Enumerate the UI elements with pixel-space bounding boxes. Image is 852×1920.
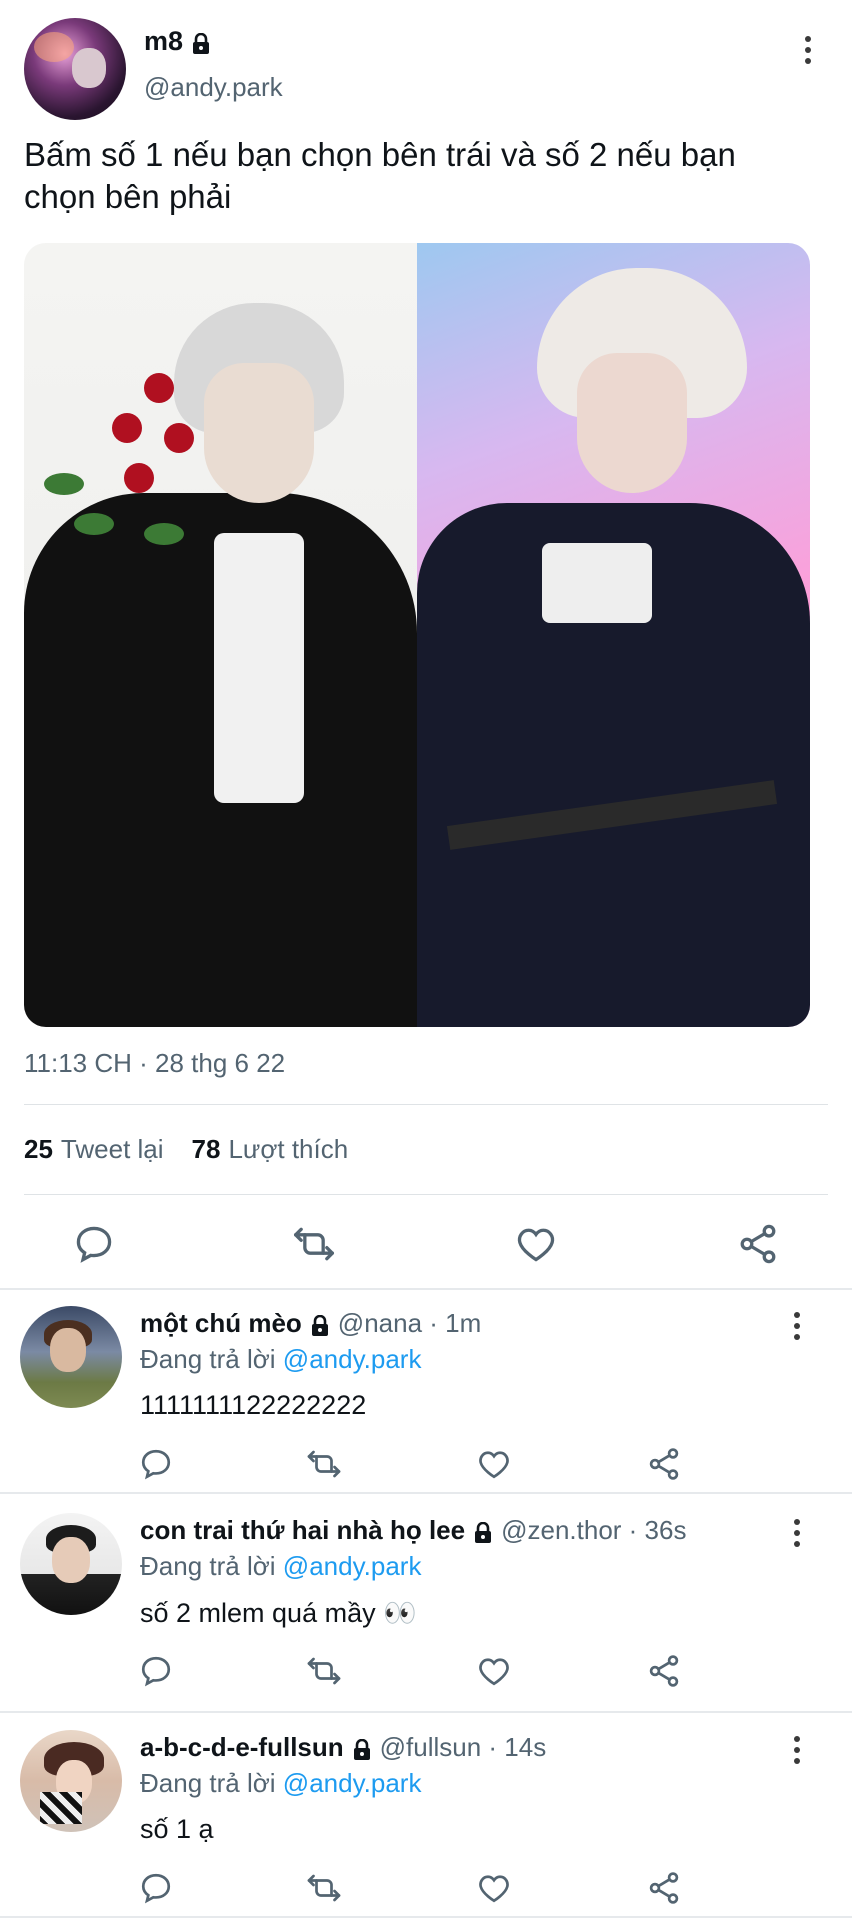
like-icon[interactable] [514, 1222, 558, 1266]
reply-action-bar [0, 1651, 852, 1691]
reply-item[interactable]: một chú mèo @nana · 1m Đang trả lời @and… [0, 1292, 852, 1498]
reply-author-name[interactable]: a-b-c-d-e-fullsun [140, 1732, 344, 1763]
reply-icon[interactable] [138, 1653, 174, 1689]
lock-icon [191, 31, 211, 54]
retweet-icon[interactable] [306, 1870, 342, 1906]
divider [0, 1711, 852, 1713]
reply-icon[interactable] [138, 1870, 174, 1906]
like-icon[interactable] [476, 1446, 512, 1482]
retweet-icon[interactable] [306, 1446, 342, 1482]
retweet-icon[interactable] [292, 1222, 336, 1266]
divider [24, 1194, 828, 1195]
retweet-icon[interactable] [306, 1653, 342, 1689]
reply-author-name[interactable]: con trai thứ hai nhà họ lee [140, 1515, 465, 1546]
reply-author-row[interactable]: a-b-c-d-e-fullsun @fullsun · 14s [140, 1732, 546, 1763]
tweet-media[interactable] [24, 243, 810, 1027]
mention-link[interactable]: @andy.park [283, 1768, 422, 1798]
avatar[interactable] [20, 1730, 122, 1832]
divider [0, 1916, 852, 1918]
share-icon[interactable] [646, 1870, 682, 1906]
more-icon[interactable] [804, 36, 812, 66]
photo-left[interactable] [24, 243, 417, 1027]
share-icon[interactable] [736, 1222, 780, 1266]
retweet-stat[interactable]: 25 Tweet lại [24, 1134, 164, 1165]
reply-item[interactable]: con trai thứ hai nhà họ lee @zen.thor · … [0, 1499, 852, 1705]
like-icon[interactable] [476, 1870, 512, 1906]
reply-author-row[interactable]: một chú mèo @nana · 1m [140, 1308, 481, 1339]
replying-to: Đang trả lời @andy.park [140, 1344, 422, 1374]
like-stat[interactable]: 78 Lượt thích [192, 1134, 349, 1165]
mention-link[interactable]: @andy.park [283, 1551, 422, 1581]
tweet-timestamp[interactable]: 11:13 CH · 28 thg 6 22 [24, 1048, 285, 1079]
reply-meta: @nana · 1m [337, 1308, 482, 1338]
replying-to: Đang trả lời @andy.park [140, 1768, 422, 1798]
reply-text: 1111111122222222 [140, 1390, 367, 1420]
reply-author-name[interactable]: một chú mèo [140, 1308, 302, 1339]
lock-icon [310, 1313, 330, 1336]
like-icon[interactable] [476, 1653, 512, 1689]
reply-action-bar [0, 1444, 852, 1484]
lock-icon [473, 1520, 493, 1543]
more-icon[interactable] [794, 1736, 800, 1764]
more-icon[interactable] [794, 1519, 800, 1547]
reply-text: số 2 mlem quá mầy 👀 [140, 1598, 417, 1628]
lock-icon [352, 1737, 372, 1760]
tweet-stats: 25 Tweet lại 78 Lượt thích [24, 1134, 348, 1165]
reply-meta: @zen.thor · 36s [501, 1515, 687, 1545]
reply-item[interactable]: a-b-c-d-e-fullsun @fullsun · 14s Đang tr… [0, 1716, 852, 1920]
share-icon[interactable] [646, 1446, 682, 1482]
more-icon[interactable] [794, 1312, 800, 1340]
share-icon[interactable] [646, 1653, 682, 1689]
photo-right[interactable] [417, 243, 810, 1027]
replying-to: Đang trả lời @andy.park [140, 1551, 422, 1581]
avatar[interactable] [20, 1306, 122, 1408]
tweet-text: Bấm số 1 nếu bạn chọn bên trái và số 2 n… [24, 136, 736, 215]
main-action-bar [0, 1212, 852, 1272]
divider [0, 1288, 852, 1290]
author-name-row[interactable]: m8 [144, 26, 211, 57]
mention-link[interactable]: @andy.park [283, 1344, 422, 1374]
reply-meta: @fullsun · 14s [379, 1732, 547, 1762]
author-handle[interactable]: @andy.park [144, 72, 283, 103]
reply-action-bar [0, 1868, 852, 1908]
reply-icon[interactable] [138, 1446, 174, 1482]
reply-author-row[interactable]: con trai thứ hai nhà họ lee @zen.thor · … [140, 1515, 686, 1546]
reply-text: số 1 ạ [140, 1814, 214, 1844]
divider [0, 1492, 852, 1494]
reply-icon[interactable] [72, 1222, 116, 1266]
author-avatar[interactable] [24, 18, 126, 120]
divider [24, 1104, 828, 1105]
author-name[interactable]: m8 [144, 26, 183, 57]
avatar[interactable] [20, 1513, 122, 1615]
